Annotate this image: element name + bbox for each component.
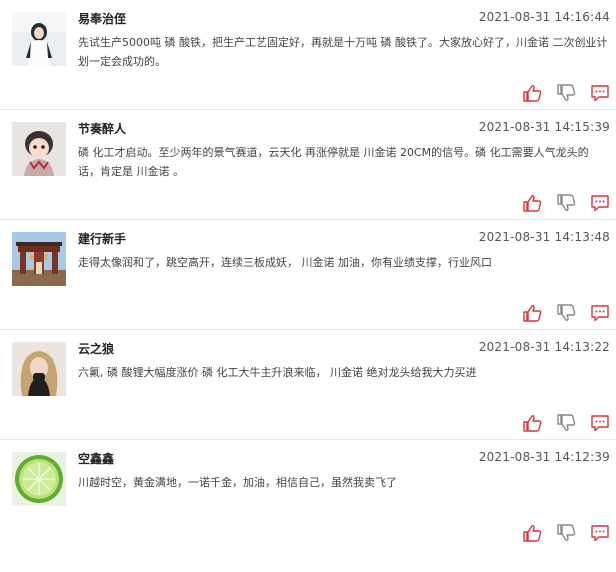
thumbs-up-icon xyxy=(523,85,542,102)
comment-actions xyxy=(522,414,610,432)
like-button[interactable] xyxy=(522,414,542,432)
dislike-button[interactable] xyxy=(556,414,576,432)
avatar[interactable] xyxy=(12,342,66,396)
timestamp: 2021-08-31 14:13:48 xyxy=(478,230,610,244)
comment-actions xyxy=(522,304,610,322)
comment-text: 川越时空，黄金满地，一诺千金，加油，相信自己，虽然我卖飞了 xyxy=(78,476,397,489)
reply-button[interactable] xyxy=(590,194,610,212)
comment-list: 易奉治侄 2021-08-31 14:16:44 先试生产5000吨 磷 酸铁，… xyxy=(0,0,616,550)
like-button[interactable] xyxy=(522,84,542,102)
comment-item: 空鑫鑫 2021-08-31 14:12:39 川越时空，黄金满地，一诺千金，加… xyxy=(0,440,616,550)
avatar[interactable] xyxy=(12,232,66,286)
avatar[interactable] xyxy=(12,12,66,66)
thumbs-up-icon xyxy=(523,195,542,212)
avatar[interactable] xyxy=(12,452,66,506)
comment-icon xyxy=(591,85,609,102)
username[interactable]: 易奉治侄 xyxy=(78,10,126,27)
reply-button[interactable] xyxy=(590,414,610,432)
thumbs-up-icon xyxy=(523,525,542,542)
reply-button[interactable] xyxy=(590,524,610,542)
comment-text: 六氟, 磷 酸锂大幅度涨价 磷 化工大牛主升浪来临， 川金诺 绝对龙头给我大力买… xyxy=(78,366,477,379)
comment-actions xyxy=(522,194,610,212)
comment-text: 磷 化工才启动。至少两年的景气赛道，云天化 再涨停就是 川金诺 20CM的信号。… xyxy=(78,146,589,178)
comment-icon xyxy=(591,415,609,432)
dislike-button[interactable] xyxy=(556,524,576,542)
dislike-button[interactable] xyxy=(556,194,576,212)
username[interactable]: 云之狼 xyxy=(78,340,114,357)
comment-actions xyxy=(522,524,610,542)
timestamp: 2021-08-31 14:15:39 xyxy=(478,120,610,134)
like-button[interactable] xyxy=(522,524,542,542)
thumbs-down-icon xyxy=(557,304,576,321)
timestamp: 2021-08-31 14:16:44 xyxy=(478,10,610,24)
comment-icon xyxy=(591,195,609,212)
like-button[interactable] xyxy=(522,304,542,322)
avatar[interactable] xyxy=(12,122,66,176)
dislike-button[interactable] xyxy=(556,304,576,322)
thumbs-up-icon xyxy=(523,415,542,432)
like-button[interactable] xyxy=(522,194,542,212)
timestamp: 2021-08-31 14:12:39 xyxy=(478,450,610,464)
username[interactable]: 空鑫鑫 xyxy=(78,450,114,467)
comment-text: 先试生产5000吨 磷 酸铁，把生产工艺固定好，再就是十万吨 磷 酸铁了。大家放… xyxy=(78,36,608,68)
username[interactable]: 建行新手 xyxy=(78,230,126,247)
comment-icon xyxy=(591,525,609,542)
thumbs-down-icon xyxy=(557,414,576,431)
comment-item: 云之狼 2021-08-31 14:13:22 六氟, 磷 酸锂大幅度涨价 磷 … xyxy=(0,330,616,440)
comment-icon xyxy=(591,305,609,322)
comment-item: 建行新手 2021-08-31 14:13:48 走得太像润和了，跳空高开，连续… xyxy=(0,220,616,330)
reply-button[interactable] xyxy=(590,304,610,322)
username[interactable]: 节奏醉人 xyxy=(78,120,126,137)
comment-text: 走得太像润和了，跳空高开，连续三板成妖， 川金诺 加油，你有业绩支撑，行业风口 xyxy=(78,256,492,269)
thumbs-down-icon xyxy=(557,84,576,101)
thumbs-up-icon xyxy=(523,305,542,322)
thumbs-down-icon xyxy=(557,524,576,541)
comment-item: 易奉治侄 2021-08-31 14:16:44 先试生产5000吨 磷 酸铁，… xyxy=(0,0,616,110)
thumbs-down-icon xyxy=(557,194,576,211)
comment-actions xyxy=(522,84,610,102)
comment-item: 节奏醉人 2021-08-31 14:15:39 磷 化工才启动。至少两年的景气… xyxy=(0,110,616,220)
reply-button[interactable] xyxy=(590,84,610,102)
timestamp: 2021-08-31 14:13:22 xyxy=(478,340,610,354)
dislike-button[interactable] xyxy=(556,84,576,102)
